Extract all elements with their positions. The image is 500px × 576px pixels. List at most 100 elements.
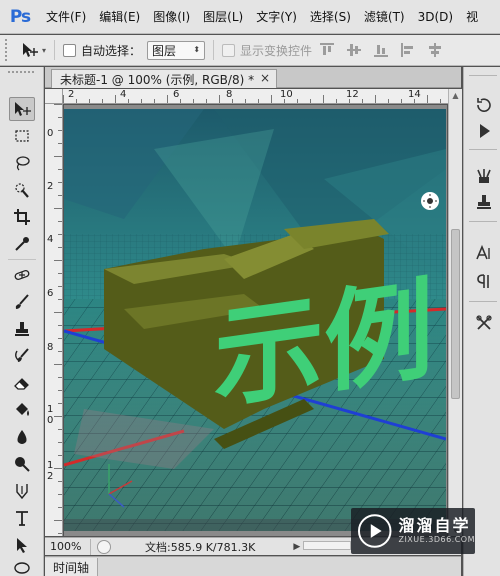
paragraph-panel-button[interactable]: [473, 270, 495, 292]
menu-file[interactable]: 文件(F): [46, 8, 86, 25]
menu-select[interactable]: 选择(S): [310, 8, 351, 25]
zoom-field[interactable]: 100%: [45, 538, 91, 555]
ruler-tick: [54, 260, 62, 261]
menu-layer[interactable]: 图层(L): [203, 8, 243, 25]
ruler-h-label: 6: [173, 89, 180, 100]
align-center-icon[interactable]: [428, 43, 442, 57]
tool-history-brush[interactable]: [9, 344, 35, 368]
scroll-thumb[interactable]: [451, 229, 460, 399]
ruler-horizontal[interactable]: 2 4 6 8 10 12 14: [63, 89, 448, 104]
tool-type[interactable]: [9, 506, 35, 530]
timeline-tab-label: 时间轴: [53, 561, 90, 575]
menu-type[interactable]: 文字(Y): [256, 8, 297, 25]
options-bar-grip[interactable]: [5, 39, 11, 61]
ruler-tick: [128, 99, 129, 103]
app-logo[interactable]: Ps: [6, 3, 34, 31]
watermark-brand: 溜溜自学: [398, 516, 471, 535]
ruler-h-label: 4: [120, 89, 127, 100]
tool-quick-select[interactable]: [9, 178, 35, 202]
ruler-tick: [219, 95, 220, 103]
auto-select-checkbox[interactable]: [63, 43, 77, 57]
ruler-tick: [54, 104, 62, 105]
ruler-tick: [63, 95, 64, 103]
scroll-up-icon[interactable]: ▲: [451, 91, 460, 100]
tool-healing-brush[interactable]: [9, 263, 35, 287]
tool-paint-bucket[interactable]: [9, 398, 35, 422]
ruler-tick: [362, 99, 363, 103]
tool-blur[interactable]: [9, 425, 35, 449]
tool-clone-stamp[interactable]: [9, 317, 35, 341]
menu-view[interactable]: 视: [466, 8, 478, 25]
menu-image[interactable]: 图像(I): [153, 8, 190, 25]
menu-filter[interactable]: 滤镜(T): [364, 8, 405, 25]
close-icon[interactable]: ×: [260, 71, 270, 85]
timeline-panel: 时间轴: [45, 556, 461, 576]
ruler-tick: [167, 95, 168, 103]
canvas-area[interactable]: 示例: [64, 105, 447, 536]
ruler-v-label: 2: [47, 181, 54, 192]
history-icon: [477, 98, 491, 112]
character-panel-button[interactable]: [473, 242, 495, 264]
align-middle-icon[interactable]: [347, 43, 362, 57]
tool-brush[interactable]: [9, 290, 35, 314]
tool-crop[interactable]: [9, 205, 35, 229]
ruler-origin[interactable]: [45, 89, 63, 104]
tool-shape[interactable]: [9, 558, 35, 576]
ruler-tick: [58, 221, 62, 222]
show-transform-checkbox[interactable]: [222, 43, 236, 57]
actions-panel-button[interactable]: [473, 120, 495, 142]
tools-panel: [0, 67, 44, 576]
ruler-tick: [154, 99, 155, 103]
tool-preset-picker[interactable]: ▾: [21, 42, 46, 58]
tool-move[interactable]: [9, 97, 35, 121]
pen-icon: [16, 484, 28, 500]
status-info-icon[interactable]: [97, 539, 111, 554]
tool-presets-button[interactable]: [473, 312, 495, 334]
ruler-h-label: 2: [68, 89, 75, 100]
auto-select-target-value: 图层: [152, 43, 177, 58]
clone-source-button[interactable]: [473, 191, 495, 213]
tool-path-select[interactable]: [9, 533, 35, 557]
ruler-tick: [323, 95, 324, 103]
tools-panel-grip[interactable]: [8, 71, 34, 75]
tool-eraser[interactable]: [9, 371, 35, 395]
type-icon: [16, 511, 28, 526]
menu-edit[interactable]: 编辑(E): [99, 8, 140, 25]
ruler-tick: [115, 95, 116, 103]
auto-select-target-dropdown[interactable]: 图层 ⬍: [147, 40, 206, 60]
tool-pen[interactable]: [9, 479, 35, 503]
brush-presets-button[interactable]: [473, 165, 495, 187]
ruler-tick: [258, 99, 259, 103]
vertical-scrollbar[interactable]: ▲ ▼: [448, 89, 462, 536]
history-panel-button[interactable]: [473, 94, 495, 116]
tool-eyedropper[interactable]: [9, 232, 35, 256]
ruler-tick: [58, 338, 62, 339]
align-buttons: [320, 43, 455, 57]
ruler-tick: [102, 99, 103, 103]
ruler-tick: [58, 403, 62, 404]
align-top-icon[interactable]: [320, 43, 335, 57]
tool-marquee[interactable]: [9, 124, 35, 148]
document-tab[interactable]: 未标题-1 @ 100% (示例, RGB/8) * ×: [51, 69, 278, 88]
tool-dodge[interactable]: [9, 452, 35, 476]
align-bottom-icon[interactable]: [374, 43, 389, 57]
eyedropper-icon: [15, 237, 29, 251]
tool-lasso[interactable]: [9, 151, 35, 175]
path-select-icon: [17, 538, 27, 553]
ruler-vertical[interactable]: 0 2 4 6 8 1 0 1 2: [45, 104, 63, 536]
status-menu-arrow-icon[interactable]: ▶: [293, 542, 300, 552]
menu-3d[interactable]: 3D(D): [418, 10, 453, 24]
align-left-icon[interactable]: [401, 43, 415, 57]
move-icon: [23, 43, 38, 57]
ruler-tick: [310, 99, 311, 103]
document-canvas[interactable]: 示例: [64, 109, 446, 531]
horizontal-scrollbar[interactable]: [303, 539, 353, 552]
ruler-tick: [414, 99, 415, 103]
crop-icon: [14, 209, 30, 225]
ruler-tick: [58, 442, 62, 443]
divider: [469, 75, 497, 76]
ruler-tick: [58, 299, 62, 300]
options-bar: ▾ 自动选择： 图层 ⬍ 显示变换控件: [0, 35, 500, 66]
tool-presets-icon: [476, 315, 492, 330]
tab-timeline[interactable]: 时间轴: [45, 558, 99, 576]
